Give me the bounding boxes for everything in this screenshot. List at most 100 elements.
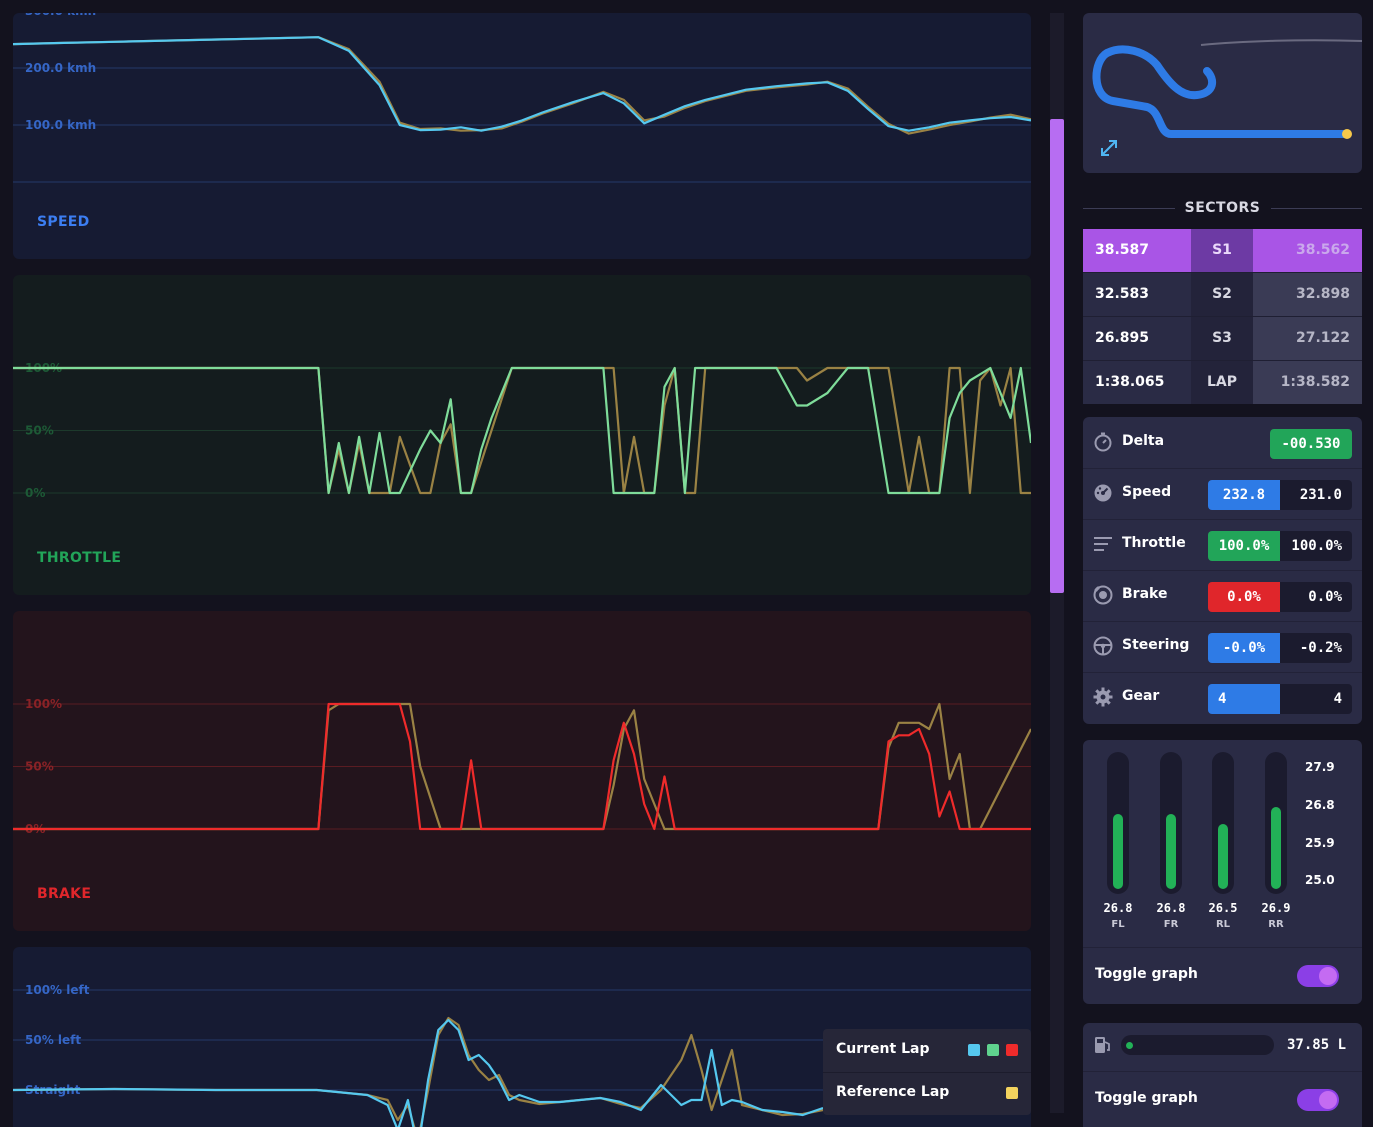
toggle-knob: [1319, 967, 1337, 985]
sector-label: S1: [1191, 229, 1253, 272]
tyre-scale-label: 25.9: [1305, 836, 1335, 850]
brake-row: Brake 0.0% 0.0%: [1083, 570, 1362, 622]
current-throttle-swatch: [987, 1044, 999, 1056]
tyre-value: 26.8: [1103, 901, 1133, 915]
gear-label: Gear: [1122, 688, 1160, 704]
track-driven-path: [1092, 45, 1351, 138]
fuel-toggle-row: Toggle graph: [1083, 1071, 1362, 1127]
throttle-chart: 100%50%0%: [13, 361, 1031, 500]
sectors-title: SECTORS: [1184, 200, 1261, 216]
speed-reference-line: [13, 36, 1031, 135]
steering-label: Steering: [1122, 637, 1190, 653]
legend-reference-label: Reference Lap: [836, 1084, 950, 1100]
brake-y-tick-label: 100%: [25, 697, 62, 711]
speed-reference-value: 231.0: [1280, 480, 1352, 510]
sector-row-s2: 32.583 S2 32.898: [1083, 273, 1362, 317]
tyre-position: FR: [1163, 919, 1179, 930]
steering-y-tick-label: 100% left: [25, 983, 90, 997]
fuel-amount: 37.85: [1287, 1037, 1330, 1053]
tyre-fill: [1271, 807, 1281, 889]
speed-chart-panel[interactable]: 300.0 kmh 200.0 kmh 100.0 kmh SPEED: [13, 13, 1031, 259]
sector-row-lap: 1:38.065 LAP 1:38.582: [1083, 361, 1362, 404]
tyre-fill: [1218, 824, 1228, 889]
legend-current-label: Current Lap: [836, 1041, 930, 1057]
track-map-card: [1083, 13, 1362, 173]
car-position-marker: [1342, 129, 1352, 139]
brake-chart-panel[interactable]: 100% 50% 0% BRAKE: [13, 611, 1031, 931]
sector-current-time: 32.583: [1083, 273, 1191, 316]
gear-current-value: 4: [1208, 684, 1280, 714]
fuel-value: 37.85 L: [1287, 1037, 1346, 1053]
speed-row: Speed 232.8 231.0: [1083, 468, 1362, 520]
sector-reference-time: 32.898: [1253, 273, 1362, 316]
tyre-position: RL: [1215, 919, 1231, 930]
speedometer-icon: [1094, 484, 1112, 502]
brake-reference-value: 0.0%: [1280, 582, 1352, 612]
sector-label: S3: [1191, 317, 1253, 360]
stopwatch-icon: [1094, 432, 1112, 452]
tyre-position: FL: [1111, 919, 1125, 930]
scrollbar-thumb[interactable]: [1050, 119, 1064, 593]
brake-label: Brake: [1122, 586, 1168, 602]
tyre-value: 26.9: [1261, 901, 1291, 915]
throttle-reference-value: 100.0%: [1280, 531, 1352, 561]
tyre-scale-label: 25.0: [1305, 873, 1335, 887]
fuel-level-bar: [1121, 1035, 1274, 1055]
brake-disc-icon: [1093, 585, 1113, 605]
lap-current-time: 1:38.065: [1083, 361, 1191, 404]
delta-value: -00.530: [1270, 429, 1352, 459]
current-brake-swatch: [1006, 1044, 1018, 1056]
tyre-temperatures-card: 26.8 FL 26.8 FR 26.5 RL 26.9 RR 27.9 26.…: [1083, 740, 1362, 1004]
steering-reference-line: [13, 1016, 824, 1127]
sectors-table: 38.587 S1 38.562 32.583 S2 32.898 26.895…: [1083, 229, 1362, 404]
toggle-knob: [1319, 1091, 1337, 1109]
lap-label: LAP: [1191, 361, 1253, 404]
throttle-chart-panel[interactable]: 100% 50% 0% THROTTLE: [13, 275, 1031, 595]
tyre-value: 26.8: [1156, 901, 1186, 915]
legend-reference-lap[interactable]: Reference Lap: [823, 1072, 1031, 1115]
tyre-graph-toggle[interactable]: [1297, 965, 1339, 987]
gear-row: Gear 4 4: [1083, 672, 1362, 723]
fuel-graph-toggle[interactable]: [1297, 1089, 1339, 1111]
speed-y-tick-label: 100.0 kmh: [25, 118, 96, 132]
sector-reference-time: 27.122: [1253, 317, 1362, 360]
brake-chart-title: BRAKE: [37, 886, 92, 902]
live-telemetry-card: Delta -00.530 Speed 232.8 231.0 Throttle…: [1083, 417, 1362, 724]
lap-reference-time: 1:38.582: [1253, 361, 1362, 404]
fuel-unit: L: [1337, 1037, 1347, 1053]
reference-swatch: [1006, 1087, 1018, 1099]
tyre-position: RR: [1268, 919, 1284, 930]
sector-current-time: 38.587: [1083, 229, 1191, 272]
tyre-fill: [1166, 814, 1176, 889]
throttle-y-tick-label: 0%: [25, 486, 45, 500]
fuel-card: 37.85 L Toggle graph: [1083, 1023, 1362, 1127]
throttle-lines-icon: [1094, 537, 1112, 551]
current-speed-swatch: [968, 1044, 980, 1056]
track-map: [1092, 39, 1362, 156]
gear-reference-value: 4: [1280, 684, 1352, 714]
delta-row: Delta -00.530: [1083, 417, 1362, 469]
speed-label: Speed: [1122, 484, 1172, 500]
steering-row: Steering -0.0% -0.2%: [1083, 621, 1362, 673]
speed-chart: 300.0 kmh 200.0 kmh 100.0 kmh: [13, 13, 1031, 183]
lap-legend: Current Lap Reference Lap: [823, 1029, 1031, 1115]
speed-chart-title: SPEED: [37, 214, 90, 230]
fuel-level-fill: [1126, 1042, 1133, 1049]
tyre-fill: [1113, 814, 1123, 889]
tyre-value: 26.5: [1208, 901, 1238, 915]
fuel-toggle-label: Toggle graph: [1095, 1090, 1198, 1106]
throttle-chart-title: THROTTLE: [37, 550, 122, 566]
speed-current-line: [13, 36, 1031, 132]
steering-wheel-icon: [1093, 636, 1113, 656]
throttle-y-tick-label: 50%: [25, 424, 54, 438]
throttle-label: Throttle: [1122, 535, 1186, 551]
legend-current-lap[interactable]: Current Lap: [823, 1029, 1031, 1073]
tyre-scale-label: 27.9: [1305, 760, 1335, 774]
sector-reference-time: 38.562: [1253, 229, 1362, 272]
speed-y-tick-label: 300.0 kmh: [25, 13, 96, 18]
tyre-scale-label: 26.8: [1305, 798, 1335, 812]
expand-icon: [1101, 140, 1117, 156]
brake-chart: 100%50%0%: [13, 697, 1031, 836]
tyre-toggle-label: Toggle graph: [1095, 966, 1198, 982]
sector-row-s3: 26.895 S3 27.122: [1083, 317, 1362, 361]
